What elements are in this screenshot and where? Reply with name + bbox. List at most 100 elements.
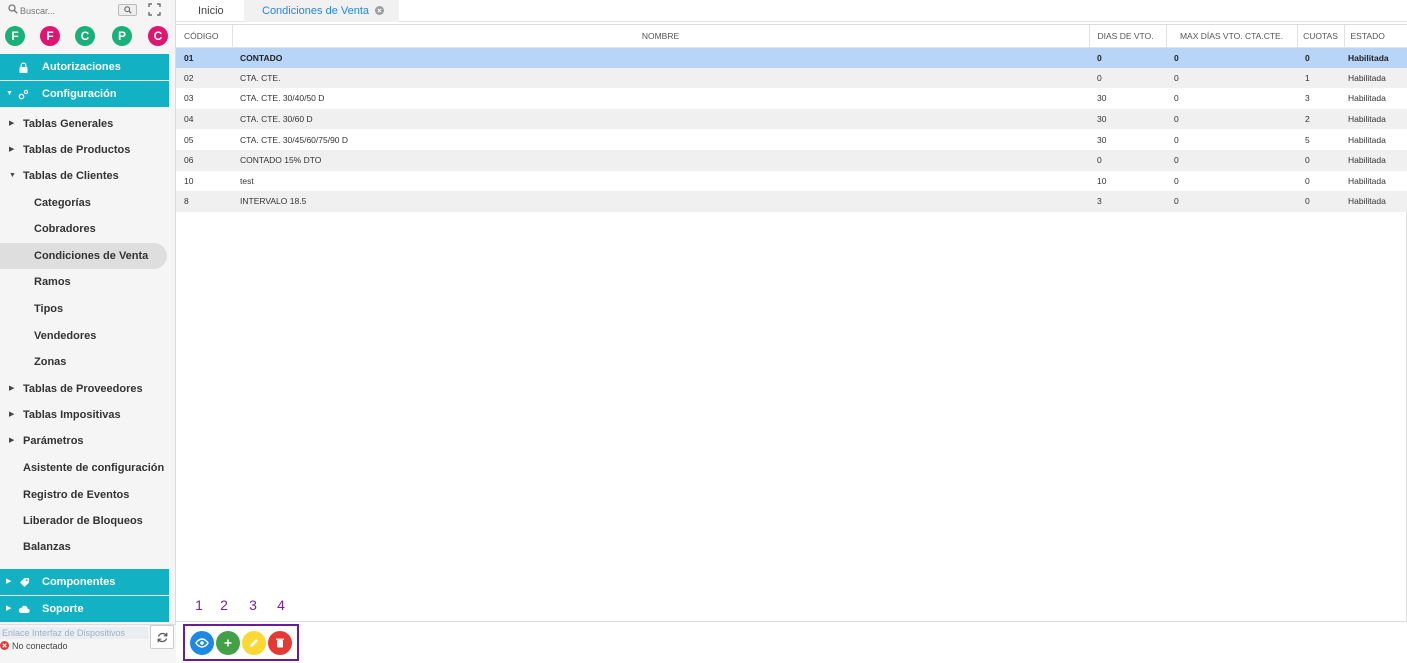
avatar[interactable]: F <box>5 26 25 46</box>
sidebar-item-tablas-productos[interactable]: ▶ Tablas de Productos <box>0 137 169 163</box>
chevron-right-icon: ▶ <box>6 605 12 612</box>
cell-dias-vto: 10 <box>1089 170 1166 192</box>
sidebar-item-soporte[interactable]: ▶ Soporte <box>0 596 169 622</box>
table-row[interactable]: 03 CTA. CTE. 30/40/50 D 30 0 3 Habilitad… <box>176 88 1407 109</box>
column-header-cuotas[interactable]: CUOTAS <box>1297 25 1345 48</box>
table-row[interactable]: 8 INTERVALO 18.5 3 0 0 Habilitada <box>176 191 1407 212</box>
step-label: 4 <box>277 597 285 613</box>
chevron-right-icon: ▶ <box>6 578 12 585</box>
cell-nombre: CONTADO 15% DTO <box>232 149 1089 171</box>
tab-inicio[interactable]: Inicio <box>198 0 224 22</box>
refresh-icon <box>157 632 168 643</box>
cell-nombre: CONTADO <box>232 47 1089 68</box>
cell-max-dias: 0 <box>1166 191 1297 212</box>
refresh-button[interactable] <box>150 625 174 649</box>
cell-estado: Habilitada <box>1344 88 1407 109</box>
sidebar-item-parametros[interactable]: ▶ Parámetros <box>0 428 169 454</box>
action-toolbar <box>183 624 299 661</box>
column-header-nombre[interactable]: NOMBRE <box>232 25 1090 48</box>
table-row[interactable]: 04 CTA. CTE. 30/60 D 30 0 2 Habilitada <box>176 108 1407 130</box>
cell-nombre: CTA. CTE. <box>232 67 1089 89</box>
sidebar-item-tablas-generales[interactable]: ▶ Tablas Generales <box>0 111 169 137</box>
avatar[interactable]: P <box>112 26 132 46</box>
close-icon[interactable] <box>375 5 385 15</box>
cell-max-dias: 0 <box>1166 47 1297 68</box>
avatar[interactable]: C <box>148 26 168 46</box>
device-link-panel: Enlace Interfaz de Dispositivos No conec… <box>0 624 176 663</box>
tab-label: Condiciones de Venta <box>262 5 370 17</box>
sidebar-item-categorias[interactable]: Categorías <box>0 190 169 216</box>
table-row[interactable]: 10 test 10 0 0 Habilitada <box>176 170 1407 192</box>
sidebar-item-label: Condiciones de Venta <box>34 250 149 262</box>
device-status: No conectado <box>0 640 148 652</box>
sidebar-item-label: Tablas Impositivas <box>23 409 121 421</box>
sidebar-item-label: Tablas de Clientes <box>23 170 119 182</box>
tab-label: Inicio <box>198 5 224 17</box>
sidebar-item-tipos[interactable]: Tipos <box>0 296 169 322</box>
cell-codigo: 8 <box>176 191 232 212</box>
sidebar-item-cobradores[interactable]: Cobradores <box>0 216 169 242</box>
sidebar-item-autorizaciones[interactable]: Autorizaciones <box>0 54 169 80</box>
column-header-codigo[interactable]: CÓDIGO <box>176 25 233 48</box>
chevron-right-icon: ▶ <box>9 385 15 392</box>
sidebar-item-zonas[interactable]: Zonas <box>0 349 169 375</box>
sidebar-item-label: Tablas de Proveedores <box>23 383 143 395</box>
column-header-max-dias[interactable]: MAX DÍAS VTO. CTA.CTE. <box>1166 25 1298 48</box>
cell-nombre: CTA. CTE. 30/40/50 D <box>232 88 1089 109</box>
cell-cuotas: 2 <box>1297 108 1344 130</box>
cell-codigo: 05 <box>176 129 232 150</box>
sidebar-item-componentes[interactable]: ▶ Componentes <box>0 569 169 595</box>
avatar[interactable]: C <box>75 26 95 46</box>
search-input[interactable] <box>20 3 110 19</box>
cell-nombre: INTERVALO 18.5 <box>232 191 1089 212</box>
search-button[interactable] <box>118 4 137 16</box>
sidebar-item-label: Liberador de Bloqueos <box>23 515 143 527</box>
sidebar-item-tablas-proveedores[interactable]: ▶ Tablas de Proveedores <box>0 376 169 402</box>
cell-cuotas: 0 <box>1297 149 1344 171</box>
view-button[interactable] <box>190 631 214 655</box>
column-header-estado[interactable]: ESTADO <box>1344 25 1407 48</box>
cell-cuotas: 0 <box>1297 170 1344 192</box>
fullscreen-icon[interactable] <box>148 3 161 16</box>
delete-button[interactable] <box>268 631 292 655</box>
sidebar-item-label: Categorías <box>34 197 91 209</box>
sidebar: F F C P C Autorizaciones ▼ Configuración… <box>0 0 176 663</box>
sidebar-item-liberador-bloqueos[interactable]: Liberador de Bloqueos <box>0 508 169 534</box>
sidebar-item-label: Configuración <box>42 88 117 100</box>
table-row[interactable]: 06 CONTADO 15% DTO 0 0 0 Habilitada <box>176 149 1407 171</box>
sidebar-item-condiciones-de-venta[interactable]: Condiciones de Venta <box>0 243 167 269</box>
search-icon <box>123 6 132 14</box>
cell-cuotas: 1 <box>1297 67 1344 89</box>
column-header-dias-vto[interactable]: DIAS DE VTO. <box>1089 25 1167 48</box>
cell-codigo: 01 <box>176 47 232 68</box>
sidebar-item-ramos[interactable]: Ramos <box>0 269 169 295</box>
add-button[interactable] <box>216 631 240 655</box>
sidebar-item-configuracion[interactable]: ▼ Configuración <box>0 81 169 107</box>
table-row[interactable]: 05 CTA. CTE. 30/45/60/75/90 D 30 0 5 Hab… <box>176 129 1407 150</box>
cell-codigo: 02 <box>176 67 232 89</box>
cloud-icon <box>18 605 30 613</box>
search-icon <box>8 4 18 14</box>
cell-estado: Habilitada <box>1344 191 1407 212</box>
device-link-label: Enlace Interfaz de Dispositivos <box>0 627 148 639</box>
cell-nombre: CTA. CTE. 30/45/60/75/90 D <box>232 129 1089 150</box>
sidebar-item-tablas-clientes[interactable]: ▼ Tablas de Clientes <box>0 163 169 189</box>
cell-max-dias: 0 <box>1166 88 1297 109</box>
cell-estado: Habilitada <box>1344 170 1407 192</box>
cell-dias-vto: 30 <box>1089 108 1166 130</box>
app-root: F F C P C Autorizaciones ▼ Configuración… <box>0 0 1407 663</box>
sidebar-item-label: Zonas <box>34 356 67 368</box>
table-row[interactable]: 01 CONTADO 0 0 0 Habilitada <box>176 47 1407 68</box>
sidebar-item-tablas-impositivas[interactable]: ▶ Tablas Impositivas <box>0 402 169 428</box>
edit-button[interactable] <box>242 631 266 655</box>
cell-cuotas: 5 <box>1297 129 1344 150</box>
cell-estado: Habilitada <box>1344 149 1407 171</box>
tab-condiciones-de-venta[interactable]: Condiciones de Venta <box>244 0 400 22</box>
sidebar-item-vendedores[interactable]: Vendedores <box>0 323 169 349</box>
sidebar-item-asistente[interactable]: Asistente de configuración <box>0 455 169 481</box>
table-row[interactable]: 02 CTA. CTE. 0 0 1 Habilitada <box>176 67 1407 89</box>
sidebar-item-registro-eventos[interactable]: Registro de Eventos <box>0 482 169 508</box>
sidebar-item-balanzas[interactable]: Balanzas <box>0 534 169 560</box>
cell-cuotas: 0 <box>1297 191 1344 212</box>
avatar[interactable]: F <box>40 26 60 46</box>
